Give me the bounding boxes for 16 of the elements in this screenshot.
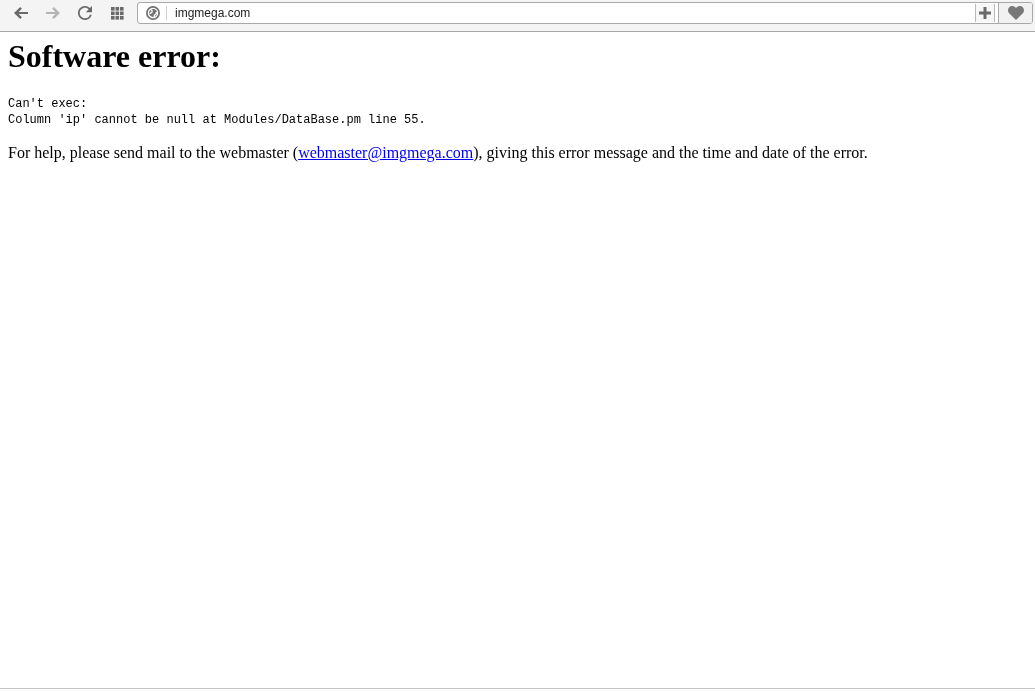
email-link[interactable]: webmaster@imgmega.com — [298, 144, 474, 161]
back-arrow-icon — [14, 7, 28, 19]
page-heading: Software error: — [8, 38, 222, 75]
globe-icon — [146, 6, 160, 20]
error-line: Can't exec: — [8, 96, 88, 112]
help-text: For help, please send mail to the webmaster (webmaster@imgmega.com), giving this error message and the time and date of the error. — [8, 144, 868, 162]
address-bar[interactable]: imgmega.com — [137, 2, 1033, 24]
favorite-button[interactable] — [998, 3, 1032, 23]
url-text: imgmega.com — [175, 6, 252, 20]
apps-grid-icon — [110, 6, 124, 20]
add-button[interactable] — [975, 4, 995, 22]
heart-icon — [1007, 6, 1024, 20]
reload-icon — [78, 6, 92, 20]
forward-arrow-icon — [46, 7, 60, 19]
plus-icon — [979, 7, 991, 19]
error-line: Column 'ip' cannot be null at Modules/DataBase.pm line 55. — [8, 112, 426, 128]
